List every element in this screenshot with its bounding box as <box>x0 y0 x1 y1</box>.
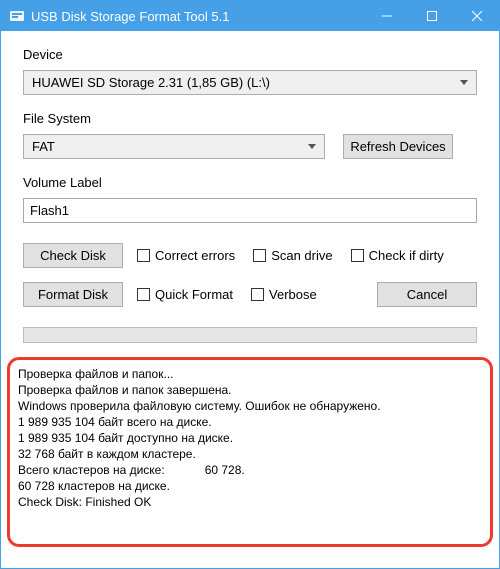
correct-errors-label: Correct errors <box>155 248 235 263</box>
check-disk-row: Check Disk Correct errors Scan drive Che… <box>23 243 477 268</box>
cancel-label: Cancel <box>407 287 447 302</box>
device-dropdown[interactable]: HUAWEI SD Storage 2.31 (1,85 GB) (L:\) <box>23 70 477 95</box>
check-if-dirty-label: Check if dirty <box>369 248 444 263</box>
filesystem-dropdown[interactable]: FAT <box>23 134 325 159</box>
filesystem-label: File System <box>23 111 477 126</box>
log-line: Windows проверила файловую систему. Ошиб… <box>18 398 482 414</box>
chevron-down-icon <box>460 80 468 85</box>
filesystem-selected-value: FAT <box>32 139 308 154</box>
log-output: Проверка файлов и папок... Проверка файл… <box>7 357 493 547</box>
checkbox-icon <box>351 249 364 262</box>
refresh-devices-label: Refresh Devices <box>350 139 445 154</box>
log-line: 1 989 935 104 байт доступно на диске. <box>18 430 482 446</box>
checkbox-icon <box>251 288 264 301</box>
checkbox-icon <box>137 288 150 301</box>
device-group: Device HUAWEI SD Storage 2.31 (1,85 GB) … <box>23 47 477 95</box>
titlebar: USB Disk Storage Format Tool 5.1 <box>1 1 499 31</box>
checkbox-icon <box>137 249 150 262</box>
quick-format-checkbox[interactable]: Quick Format <box>137 287 233 302</box>
format-disk-button[interactable]: Format Disk <box>23 282 123 307</box>
close-button[interactable] <box>454 1 499 31</box>
check-if-dirty-checkbox[interactable]: Check if dirty <box>351 248 444 263</box>
cancel-button[interactable]: Cancel <box>377 282 477 307</box>
log-line: 32 768 байт в каждом кластере. <box>18 446 482 462</box>
volumelabel-label: Volume Label <box>23 175 477 190</box>
minimize-button[interactable] <box>364 1 409 31</box>
filesystem-group: File System FAT Refresh Devices <box>23 111 477 159</box>
log-line: Проверка файлов и папок... <box>18 366 482 382</box>
window-title: USB Disk Storage Format Tool 5.1 <box>31 9 229 24</box>
verbose-checkbox[interactable]: Verbose <box>251 287 317 302</box>
format-disk-label: Format Disk <box>38 287 108 302</box>
volume-label-input[interactable] <box>23 198 477 223</box>
quick-format-label: Quick Format <box>155 287 233 302</box>
log-line: Всего кластеров на диске: 60 728. <box>18 462 482 478</box>
maximize-button[interactable] <box>409 1 454 31</box>
progress-bar <box>23 327 477 343</box>
volumelabel-group: Volume Label <box>23 175 477 223</box>
device-label: Device <box>23 47 477 62</box>
content-area: Device HUAWEI SD Storage 2.31 (1,85 GB) … <box>1 31 499 353</box>
chevron-down-icon <box>308 144 316 149</box>
scan-drive-label: Scan drive <box>271 248 332 263</box>
checkbox-icon <box>253 249 266 262</box>
titlebar-left: USB Disk Storage Format Tool 5.1 <box>9 8 364 24</box>
log-line: Проверка файлов и папок завершена. <box>18 382 482 398</box>
log-line: Check Disk: Finished OK <box>18 494 482 510</box>
window-controls <box>364 1 499 31</box>
verbose-label: Verbose <box>269 287 317 302</box>
refresh-devices-button[interactable]: Refresh Devices <box>343 134 453 159</box>
scan-drive-checkbox[interactable]: Scan drive <box>253 248 332 263</box>
app-icon <box>9 8 25 24</box>
log-line: 60 728 кластеров на диске. <box>18 478 482 494</box>
device-selected-value: HUAWEI SD Storage 2.31 (1,85 GB) (L:\) <box>32 75 460 90</box>
correct-errors-checkbox[interactable]: Correct errors <box>137 248 235 263</box>
check-disk-label: Check Disk <box>40 248 106 263</box>
format-disk-row: Format Disk Quick Format Verbose Cancel <box>23 282 477 307</box>
check-disk-button[interactable]: Check Disk <box>23 243 123 268</box>
log-line: 1 989 935 104 байт всего на диске. <box>18 414 482 430</box>
